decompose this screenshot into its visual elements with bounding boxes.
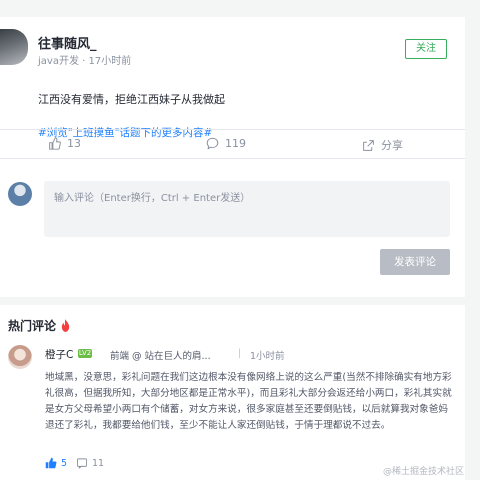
like-count: 13 — [67, 137, 81, 150]
post-author-role: java开发 — [38, 56, 79, 67]
share-icon — [363, 139, 374, 151]
commenter-role: 前端 @ 站在巨人的肩... — [110, 351, 211, 362]
post-time: 17小时前 — [88, 56, 132, 67]
fire-icon — [61, 319, 70, 332]
post-author-name[interactable]: 往事随风_ — [38, 33, 97, 52]
like-button[interactable]: 13 — [48, 137, 81, 150]
author-avatar[interactable] — [0, 29, 28, 65]
reply-icon — [77, 458, 87, 469]
comment-reply-button[interactable]: 11 — [76, 457, 104, 469]
current-user-avatar — [8, 182, 32, 206]
hot-comments-heading: 热门评论 — [8, 317, 71, 334]
hot-comments-title: 热门评论 — [8, 319, 57, 333]
post-action-bar: 13 119 分享 — [0, 129, 465, 159]
commenter-avatar[interactable] — [8, 345, 32, 369]
comment-like-count: 5 — [61, 457, 68, 469]
post-meta: java开发 · 17小时前 — [38, 52, 131, 67]
follow-button[interactable]: 关注 — [405, 39, 447, 59]
comment-reply-count: 11 — [92, 457, 105, 469]
thumbs-up-icon — [49, 137, 61, 150]
level-badge: LV2 — [78, 349, 92, 358]
comment-button[interactable]: 119 — [206, 137, 246, 150]
comment-input[interactable] — [44, 181, 450, 237]
commenter-name[interactable]: 橙子C — [45, 347, 73, 362]
comment-icon — [206, 137, 219, 150]
comment-body: 地域黑，没意思，彩礼问题在我们这边根本没有像网络上说的这么严重(当然不排除确实有… — [45, 372, 452, 431]
share-label: 分享 — [381, 139, 403, 152]
meta-separator: | — [238, 348, 242, 359]
comment-time: 1小时前 — [250, 351, 285, 362]
share-button[interactable]: 分享 — [362, 137, 403, 153]
post-content: 江西没有爱情，拒绝江西妹子从我做起 — [38, 93, 225, 106]
submit-comment-button[interactable]: 发表评论 — [380, 249, 450, 275]
watermark: @稀土掘金技术社区 — [383, 467, 465, 477]
post-card: 往事随风_ java开发 · 17小时前 关注 江西没有爱情，拒绝江西妹子从我做… — [0, 17, 465, 297]
thumbs-up-filled-icon — [45, 457, 57, 469]
comment-like-button[interactable]: 5 — [45, 457, 67, 469]
comment-count: 119 — [225, 137, 246, 150]
hot-comments-section: 热门评论 橙子C LV2 前端 @ 站在巨人的肩... | 1小时前 地域黑，没… — [0, 305, 465, 480]
meta-dot: · — [78, 56, 89, 67]
